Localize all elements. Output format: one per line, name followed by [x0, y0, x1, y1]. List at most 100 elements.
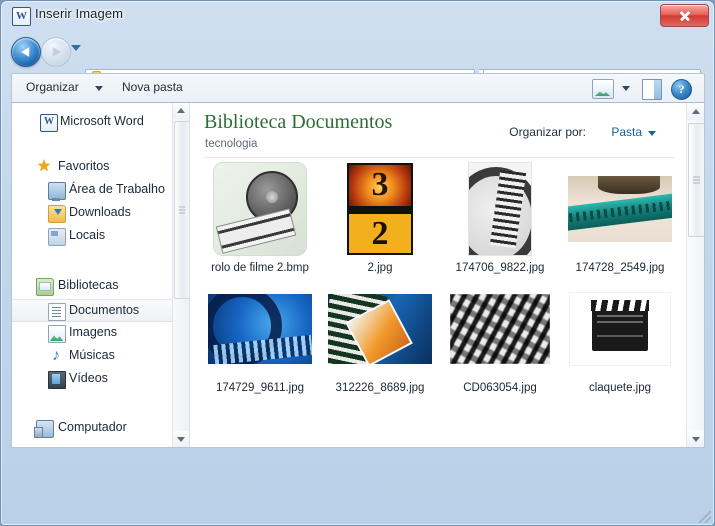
file-item[interactable]: 174729_9611.jpg [200, 281, 320, 395]
file-name: rolo de filme 2.bmp [211, 262, 309, 274]
resize-grip[interactable] [699, 511, 711, 523]
file-item[interactable]: rolo de filme 2.bmp [200, 161, 320, 275]
file-list-scrollbar-thumb[interactable] [688, 123, 704, 237]
blue-film-reel-thumb [208, 294, 312, 364]
word-app-icon: W [12, 7, 31, 26]
sidebar-item-label: Bibliotecas [58, 278, 119, 292]
file-thumbnail [568, 281, 672, 377]
sidebar-item-bibliotecas[interactable]: Bibliotecas [12, 275, 189, 297]
file-name: 174729_9611.jpg [215, 382, 305, 394]
teal-film-strip-thumb [568, 176, 672, 242]
file-name: 174728_2549.jpg [575, 262, 665, 274]
back-arrow-icon[interactable] [11, 37, 41, 67]
file-name: claquete.jpg [588, 382, 652, 394]
film-reel-bmp-thumb [213, 162, 307, 256]
file-name: CD063054.jpg [463, 382, 537, 394]
dialog-footer: Nome do arquivo: Todas as Imagens (*.emf… [1, 448, 714, 525]
sidebar-item-documentos[interactable]: Documentos [12, 299, 189, 322]
documents-icon [48, 303, 66, 321]
locations-icon [48, 228, 66, 246]
sidebar-item-label: Favoritos [58, 159, 110, 173]
chevron-down-icon[interactable] [622, 86, 630, 91]
sidebar-item-locais[interactable]: Locais [12, 225, 189, 247]
insert-image-dialog: W Inserir Imagem « banco de imagens ▸ te… [0, 0, 715, 526]
sidebar-item-computador[interactable]: Computador [12, 417, 189, 439]
sidebar-item-label: Vídeos [69, 371, 108, 385]
file-item[interactable]: 2.jpg [320, 161, 440, 275]
header-divider [204, 157, 674, 158]
word-icon: W [40, 114, 58, 132]
file-thumbnail [208, 161, 312, 257]
file-list-scrollbar[interactable] [686, 103, 704, 447]
bw-film-pile-thumb [450, 294, 550, 364]
sidebar-item-favoritos[interactable]: ★ Favoritos [12, 156, 189, 178]
file-name: 2.jpg [367, 262, 393, 274]
file-thumbnail [328, 161, 432, 257]
sidebar-item-area-de-trabalho[interactable]: Área de Trabalho [12, 179, 189, 201]
chevron-down-icon[interactable] [95, 86, 103, 91]
command-toolbar: Organizar Nova pasta ? [11, 73, 705, 103]
sidebar-scrollbar[interactable] [172, 103, 189, 447]
forward-arrow-icon[interactable] [41, 37, 71, 67]
computer-icon [34, 420, 54, 438]
sidebar-item-label: Microsoft Word [60, 114, 144, 128]
sidebar-item-label: Downloads [69, 205, 131, 219]
videos-icon [48, 371, 66, 389]
sidebar-item-downloads[interactable]: Downloads [12, 202, 189, 224]
window-title: Inserir Imagem [35, 6, 124, 21]
film-collage-thumb [328, 294, 432, 364]
sidebar-item-musicas[interactable]: ♪ Músicas [12, 345, 189, 367]
sidebar-scrollbar-thumb[interactable] [174, 121, 189, 299]
view-mode-icon[interactable] [592, 79, 614, 99]
preview-pane-icon[interactable] [642, 79, 662, 100]
file-thumbnail [448, 281, 552, 377]
navigation-sidebar: W Microsoft Word ★ Favoritos Área de Tra… [12, 103, 190, 447]
film-reel-bw-thumb [468, 162, 532, 256]
dialog-body: W Microsoft Word ★ Favoritos Área de Tra… [11, 103, 705, 448]
file-thumbnail [208, 281, 312, 377]
help-icon[interactable]: ? [671, 79, 692, 100]
library-subtitle: tecnologia [205, 138, 258, 150]
chevron-down-icon[interactable] [648, 131, 656, 136]
file-thumbnail [448, 161, 552, 257]
file-item[interactable]: 174728_2549.jpg [560, 161, 680, 275]
file-list-pane: Biblioteca Documentos tecnologia Organiz… [190, 103, 704, 447]
scroll-down-icon[interactable] [173, 431, 189, 447]
file-item[interactable]: 312226_8689.jpg [320, 281, 440, 395]
file-thumbnail [568, 161, 672, 257]
close-button[interactable] [660, 4, 709, 27]
pictures-icon [48, 325, 66, 343]
scroll-up-icon[interactable] [687, 103, 704, 120]
music-icon: ♪ [52, 347, 60, 364]
scroll-up-icon[interactable] [173, 103, 189, 119]
desktop-icon [48, 182, 66, 201]
history-dropdown-icon[interactable] [71, 45, 81, 51]
downloads-icon [48, 205, 66, 223]
sidebar-item-label: Locais [69, 228, 106, 242]
sidebar-item-label: Imagens [69, 325, 117, 339]
organize-by-label: Organizar por: [509, 125, 586, 139]
star-icon: ★ [36, 158, 52, 175]
sidebar-item-microsoft-word[interactable]: W Microsoft Word [12, 111, 189, 133]
file-item[interactable]: CD063054.jpg [440, 281, 560, 395]
countdown-3-2-thumb [347, 163, 413, 255]
file-name: 312226_8689.jpg [335, 382, 425, 394]
file-item[interactable]: 174706_9822.jpg [440, 161, 560, 275]
file-name: 174706_9822.jpg [455, 262, 545, 274]
title-bar: W Inserir Imagem [1, 1, 714, 31]
sidebar-item-label: Área de Trabalho [69, 182, 165, 196]
sidebar-item-label: Músicas [69, 348, 115, 362]
file-item[interactable]: claquete.jpg [560, 281, 680, 395]
scroll-down-icon[interactable] [687, 430, 704, 447]
sidebar-item-videos[interactable]: Vídeos [12, 368, 189, 390]
sidebar-item-label: Computador [58, 420, 127, 434]
file-grid: rolo de filme 2.bmp 2.jpg 174706_9822.jp… [194, 161, 686, 447]
new-folder-button[interactable]: Nova pasta [122, 80, 183, 94]
sidebar-item-label: Documentos [69, 303, 140, 317]
sidebar-item-imagens[interactable]: Imagens [12, 322, 189, 344]
organize-by-value[interactable]: Pasta [611, 125, 642, 139]
file-thumbnail [328, 281, 432, 377]
libraries-icon [36, 278, 54, 296]
organize-button[interactable]: Organizar [26, 80, 79, 94]
navigation-bar: « banco de imagens ▸ tecnologia ↻ Pesqui… [1, 31, 714, 92]
